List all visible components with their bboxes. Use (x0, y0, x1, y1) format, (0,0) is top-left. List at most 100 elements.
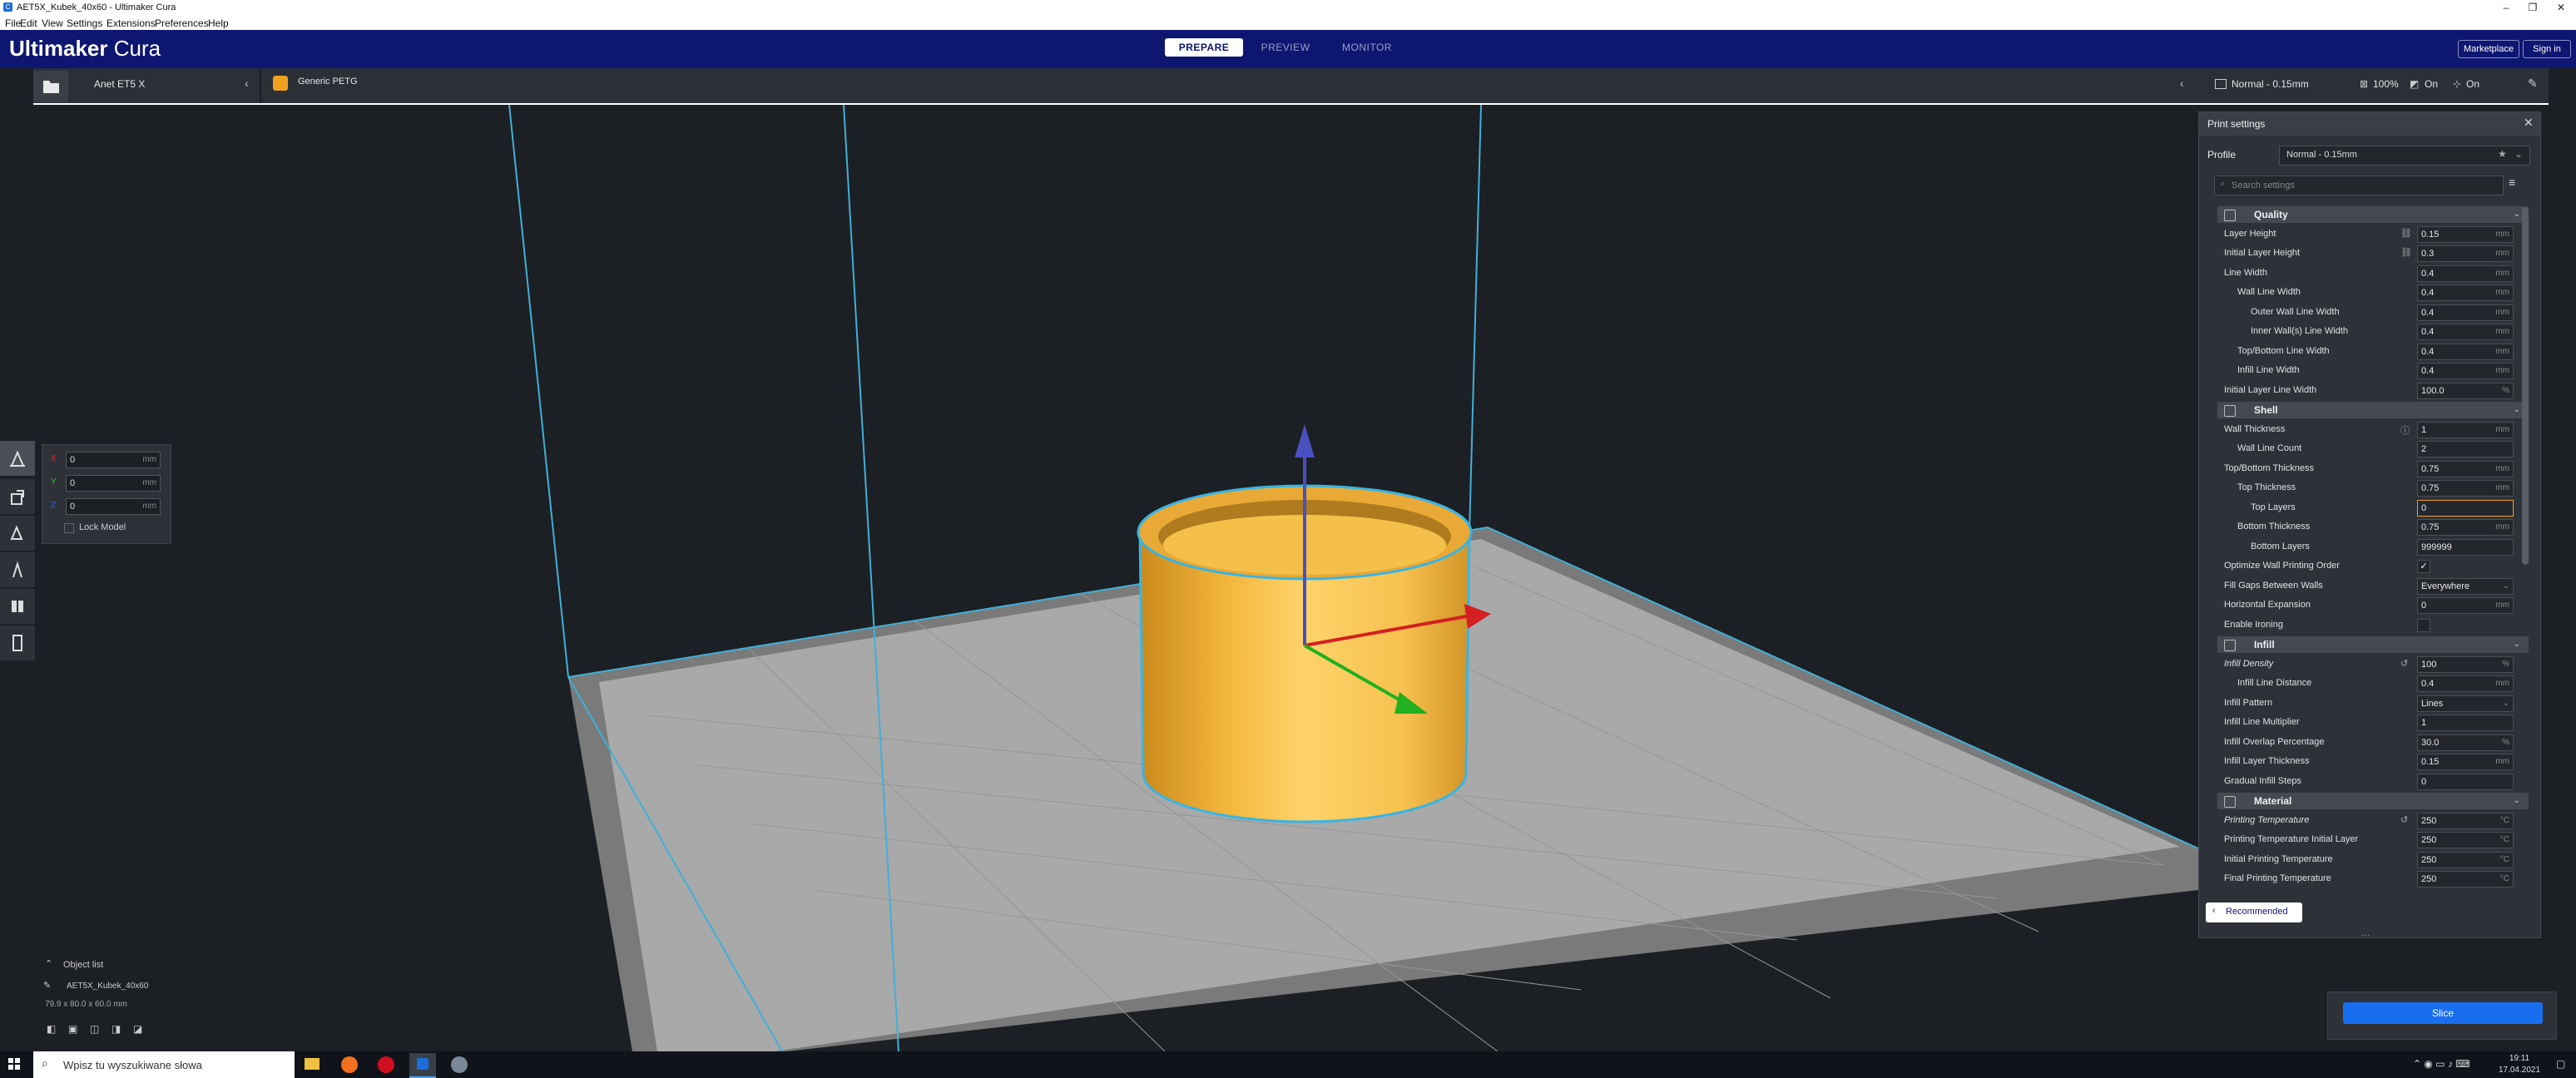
support-blocker-button[interactable] (0, 626, 35, 660)
rotate-tool-button[interactable] (0, 516, 35, 551)
menu-settings[interactable]: Settings (67, 17, 102, 29)
minimize-button[interactable]: – (2493, 1, 2519, 14)
menu-view[interactable]: View (42, 17, 63, 29)
pencil-icon[interactable]: ✎ (2528, 77, 2538, 91)
setting-input[interactable]: 0.3 mm (2417, 245, 2514, 262)
view-top-icon[interactable]: ◫ (90, 1023, 99, 1035)
setting-input[interactable]: 0.4 mm (2417, 265, 2514, 282)
z-position-input[interactable]: 0 mm (66, 498, 161, 515)
3d-viewport[interactable] (0, 105, 2576, 1051)
pencil-icon[interactable]: ✎ (43, 980, 51, 991)
tray-icons[interactable]: ⌃ ◉ ▭ ♪ ⌨ (2413, 1058, 2470, 1070)
setting-input[interactable]: 0.75 mm (2417, 460, 2514, 477)
view-3d-icon[interactable]: ◧ (47, 1023, 56, 1035)
category-shell[interactable]: Shell ⌄ (2217, 402, 2529, 418)
windows-start-icon[interactable] (8, 1058, 20, 1070)
category-quality[interactable]: Quality ⌄ (2217, 206, 2529, 223)
clock-date[interactable]: 17.04.2021 (2494, 1066, 2544, 1075)
notifications-icon[interactable]: ▢ (2556, 1058, 2565, 1070)
setting-dropdown[interactable]: Everywhere ⌄ (2417, 577, 2514, 595)
setting-checkbox[interactable]: ✓ (2417, 560, 2430, 573)
setting-input[interactable]: 0 (2417, 773, 2514, 790)
setting-input[interactable]: 0.15 mm (2417, 754, 2514, 770)
setting-input[interactable]: 100.0% (2417, 382, 2514, 399)
category-infill[interactable]: Infill ⌄ (2217, 636, 2529, 653)
setting-dropdown[interactable]: Lines ⌄ (2417, 695, 2514, 712)
setting-input[interactable]: 0.75 mm (2417, 519, 2514, 536)
category-material[interactable]: Material ⌄ (2217, 793, 2529, 809)
maximize-button[interactable]: ❐ (2519, 1, 2546, 14)
tab-preview[interactable]: PREVIEW (1246, 38, 1325, 57)
scale-tool-button[interactable] (0, 479, 35, 514)
sign-in-button[interactable]: Sign in (2523, 40, 2571, 58)
setting-input[interactable]: 250 °C (2417, 851, 2514, 868)
print-setup-selector[interactable]: Normal - 0.15mm ⊠ 100% ◩ On ⊹ On ✎ (2207, 68, 2548, 103)
setting-input[interactable]: 0.4 mm (2417, 675, 2514, 692)
firefox-icon[interactable] (341, 1056, 358, 1073)
tab-monitor[interactable]: MONITOR (1328, 38, 1406, 57)
object-list-title[interactable]: Object list (63, 960, 103, 970)
opera-icon[interactable] (378, 1056, 394, 1073)
setting-label: Infill Line Distance (2237, 678, 2312, 688)
view-left-icon[interactable]: ◨ (111, 1023, 121, 1035)
setting-row: Final Printing Temperature 250 °C (2224, 870, 2524, 888)
setting-input[interactable]: 2 (2417, 441, 2514, 457)
lock-model-checkbox[interactable] (64, 523, 74, 533)
close-button[interactable]: ✕ (2548, 1, 2574, 14)
menu-edit[interactable]: Edit (20, 17, 37, 29)
marketplace-button[interactable]: Marketplace (2458, 40, 2519, 58)
printer-selector[interactable]: Anet ET5 X (94, 78, 145, 90)
view-right-icon[interactable]: ◪ (133, 1023, 142, 1035)
setting-input[interactable]: 0.4 mm (2417, 304, 2514, 321)
reset-icon[interactable]: ↺ (2400, 658, 2408, 669)
menu-help[interactable]: Help (208, 17, 229, 29)
menu-extensions[interactable]: Extensions (107, 17, 156, 29)
setting-input[interactable]: 1 mm (2417, 421, 2514, 438)
setting-input[interactable]: 0.4 mm (2417, 363, 2514, 379)
chevron-left-icon[interactable]: ‹ (2180, 77, 2184, 90)
tab-prepare[interactable]: PREPARE (1165, 38, 1243, 57)
setting-checkbox[interactable] (2417, 618, 2430, 632)
app-icon[interactable] (451, 1056, 468, 1073)
drag-handle[interactable]: ··· (2361, 931, 2370, 940)
chevron-up-icon[interactable]: ⌃ (45, 958, 52, 969)
setting-label: Layer Height (2224, 228, 2276, 239)
setting-input[interactable]: 1 (2417, 715, 2514, 731)
y-position-input[interactable]: 0 mm (66, 475, 161, 492)
mirror-tool-button[interactable] (0, 552, 35, 587)
setting-input[interactable]: 0.75 mm (2417, 480, 2514, 497)
info-icon[interactable]: ⓘ (2400, 423, 2410, 437)
setting-input[interactable]: 250 °C (2417, 871, 2514, 888)
slice-button[interactable]: Slice (2343, 1002, 2543, 1024)
scrollbar[interactable] (2522, 207, 2529, 565)
setting-input[interactable]: 0.15 mm (2417, 225, 2514, 243)
setting-input[interactable]: 0.4 mm (2417, 284, 2514, 301)
setting-input[interactable]: 100% (2417, 655, 2514, 673)
move-tool-button[interactable] (0, 441, 35, 476)
cura-taskbar-icon[interactable] (409, 1053, 436, 1078)
link-icon[interactable]: ⛓ (2400, 228, 2412, 239)
setting-input[interactable]: 250 °C (2417, 832, 2514, 848)
chevron-left-icon[interactable]: ‹ (245, 77, 249, 90)
link-icon[interactable]: ⛓ (2400, 247, 2412, 258)
setting-input[interactable]: 0 (2417, 499, 2514, 517)
x-position-input[interactable]: 0 mm (66, 452, 161, 468)
recommended-button[interactable]: ‹ Recommended (2206, 902, 2302, 922)
setting-input[interactable]: 30.0% (2417, 734, 2514, 751)
reset-icon[interactable]: ↺ (2400, 814, 2408, 825)
setting-label: Infill Line Width (2237, 365, 2300, 375)
view-front-icon[interactable]: ▣ (68, 1023, 77, 1035)
menu-preferences[interactable]: Preferences (155, 17, 209, 29)
setting-input[interactable]: 0.4 mm (2417, 343, 2514, 360)
file-explorer-icon[interactable] (305, 1058, 320, 1070)
material-selector[interactable]: Generic PETG (298, 77, 358, 87)
setting-input[interactable]: 0 mm (2417, 597, 2514, 614)
setting-input[interactable]: 0.4 mm (2417, 324, 2514, 340)
clock-time[interactable]: 19:11 (2494, 1054, 2544, 1063)
per-model-settings-button[interactable] (0, 589, 35, 624)
setting-input[interactable]: 250 °C (2417, 812, 2514, 829)
open-file-button[interactable] (33, 71, 68, 102)
menu-file[interactable]: File (5, 17, 21, 29)
taskbar-search-box[interactable]: ⌕ Wpisz tu wyszukiwane słowa (33, 1051, 295, 1078)
setting-input[interactable]: 999999 (2417, 538, 2514, 556)
